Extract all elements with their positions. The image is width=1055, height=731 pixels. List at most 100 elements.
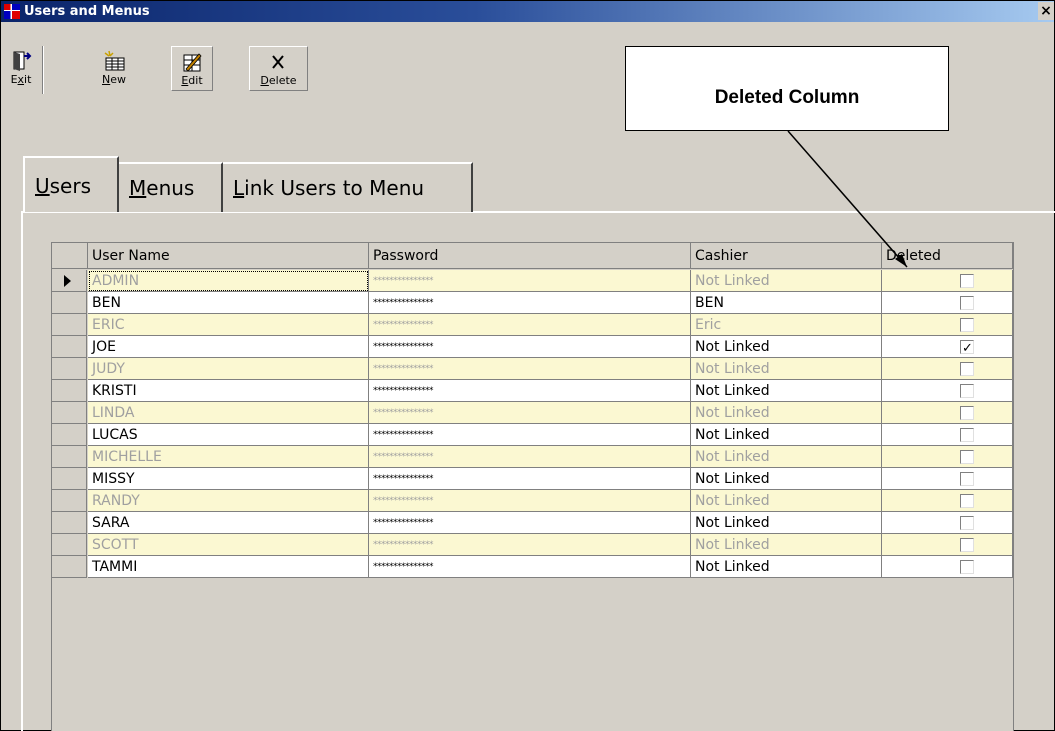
cell-user-name[interactable]: SARA [88, 512, 369, 534]
table-row[interactable]: MISSY *************** Not Linked [52, 468, 1013, 490]
deleted-checkbox[interactable] [960, 560, 974, 574]
cell-user-name[interactable]: LINDA [88, 402, 369, 424]
cell-cashier[interactable]: Eric [691, 314, 882, 336]
deleted-checkbox[interactable] [960, 516, 974, 530]
column-header-password[interactable]: Password [369, 243, 691, 269]
delete-x-icon [272, 55, 284, 69]
table-row[interactable]: JUDY *************** Not Linked [52, 358, 1013, 380]
cell-password[interactable]: *************** [369, 490, 691, 512]
cell-cashier[interactable]: Not Linked [691, 446, 882, 468]
deleted-checkbox[interactable] [960, 494, 974, 508]
row-selector[interactable] [52, 556, 87, 578]
deleted-checkbox[interactable] [960, 274, 974, 288]
cell-user-name[interactable]: ERIC [88, 314, 369, 336]
table-row[interactable]: ADMIN *************** Not Linked [52, 270, 1013, 292]
cell-cashier[interactable]: Not Linked [691, 424, 882, 446]
cell-password[interactable]: *************** [369, 402, 691, 424]
deleted-checkbox[interactable] [960, 538, 974, 552]
deleted-checkbox[interactable] [960, 338, 974, 357]
tab-users[interactable]: Users [23, 156, 119, 212]
cell-cashier[interactable]: Not Linked [691, 380, 882, 402]
column-header-cashier[interactable]: Cashier [691, 243, 882, 269]
exit-button[interactable]: Exit [5, 46, 37, 91]
title-bar[interactable]: Users and Menus × [1, 1, 1054, 22]
close-button[interactable]: × [1038, 2, 1054, 20]
cell-user-name[interactable]: SCOTT [88, 534, 369, 556]
table-row[interactable]: LUCAS *************** Not Linked [52, 424, 1013, 446]
table-row[interactable]: MICHELLE *************** Not Linked [52, 446, 1013, 468]
cell-password[interactable]: *************** [369, 380, 691, 402]
delete-button[interactable]: Delete [249, 46, 308, 91]
cell-cashier[interactable]: Not Linked [691, 336, 882, 358]
deleted-checkbox[interactable] [960, 362, 974, 376]
cell-password[interactable]: *************** [369, 292, 691, 314]
row-selector[interactable] [52, 446, 87, 468]
row-selector[interactable] [52, 380, 87, 402]
row-selector[interactable] [52, 490, 87, 512]
column-header-user-name[interactable]: User Name [88, 243, 369, 269]
cell-user-name[interactable]: KRISTI [88, 380, 369, 402]
cell-password[interactable]: *************** [369, 424, 691, 446]
table-row[interactable]: SCOTT *************** Not Linked [52, 534, 1013, 556]
cell-cashier[interactable]: Not Linked [691, 556, 882, 578]
cell-password[interactable]: *************** [369, 534, 691, 556]
cell-password[interactable]: *************** [369, 270, 691, 292]
row-selector[interactable] [52, 402, 87, 424]
cell-password[interactable]: *************** [369, 556, 691, 578]
new-button[interactable]: New [97, 46, 131, 91]
cell-cashier[interactable]: Not Linked [691, 534, 882, 556]
cell-user-name[interactable]: ADMIN [88, 270, 369, 292]
cell-user-name[interactable]: TAMMI [88, 556, 369, 578]
cell-password[interactable]: *************** [369, 336, 691, 358]
table-row[interactable]: RANDY *************** Not Linked [52, 490, 1013, 512]
cell-user-name[interactable]: JUDY [88, 358, 369, 380]
table-row[interactable]: BEN *************** BEN [52, 292, 1013, 314]
edit-button[interactable]: Edit [171, 46, 213, 91]
cell-user-name[interactable]: BEN [88, 292, 369, 314]
row-selector[interactable] [52, 468, 87, 490]
tab-menus[interactable]: Menus [119, 162, 223, 212]
row-selector[interactable] [52, 424, 87, 446]
cell-cashier[interactable]: Not Linked [691, 512, 882, 534]
deleted-checkbox[interactable] [960, 472, 974, 486]
cell-password[interactable]: *************** [369, 512, 691, 534]
cell-cashier[interactable]: Not Linked [691, 270, 882, 292]
cell-cashier[interactable]: Not Linked [691, 358, 882, 380]
cell-user-name[interactable]: MICHELLE [88, 446, 369, 468]
cell-password[interactable]: *************** [369, 314, 691, 336]
deleted-checkbox[interactable] [960, 428, 974, 442]
table-row[interactable]: ERIC *************** Eric [52, 314, 1013, 336]
row-selector[interactable] [52, 292, 87, 314]
tab-link-users-to-menu[interactable]: Link Users to Menu [223, 162, 473, 212]
table-row[interactable]: LINDA *************** Not Linked [52, 402, 1013, 424]
deleted-checkbox[interactable] [960, 384, 974, 398]
cell-user-name[interactable]: JOE [88, 336, 369, 358]
deleted-checkbox[interactable] [960, 318, 974, 332]
cell-user-name[interactable]: LUCAS [88, 424, 369, 446]
cell-cashier[interactable]: BEN [691, 292, 882, 314]
row-selector[interactable] [52, 512, 87, 534]
row-selector[interactable] [52, 314, 87, 336]
table-row[interactable]: JOE *************** Not Linked [52, 336, 1013, 358]
cell-cashier[interactable]: Not Linked [691, 468, 882, 490]
column-header-deleted[interactable]: Deleted [882, 243, 1013, 269]
users-grid[interactable]: User Name Password Cashier Deleted ADMIN… [51, 242, 1014, 731]
cell-cashier[interactable]: Not Linked [691, 490, 882, 512]
tab-menus-accel: M [129, 176, 147, 200]
deleted-checkbox[interactable] [960, 450, 974, 464]
row-selector[interactable] [52, 358, 87, 380]
cell-password[interactable]: *************** [369, 358, 691, 380]
row-selector[interactable] [52, 270, 87, 292]
row-selector[interactable] [52, 534, 87, 556]
deleted-checkbox[interactable] [960, 406, 974, 420]
deleted-checkbox[interactable] [960, 296, 974, 310]
cell-cashier[interactable]: Not Linked [691, 402, 882, 424]
table-row[interactable]: TAMMI *************** Not Linked [52, 556, 1013, 578]
cell-user-name[interactable]: RANDY [88, 490, 369, 512]
row-selector[interactable] [52, 336, 87, 358]
cell-user-name[interactable]: MISSY [88, 468, 369, 490]
table-row[interactable]: SARA *************** Not Linked [52, 512, 1013, 534]
cell-password[interactable]: *************** [369, 446, 691, 468]
table-row[interactable]: KRISTI *************** Not Linked [52, 380, 1013, 402]
cell-password[interactable]: *************** [369, 468, 691, 490]
